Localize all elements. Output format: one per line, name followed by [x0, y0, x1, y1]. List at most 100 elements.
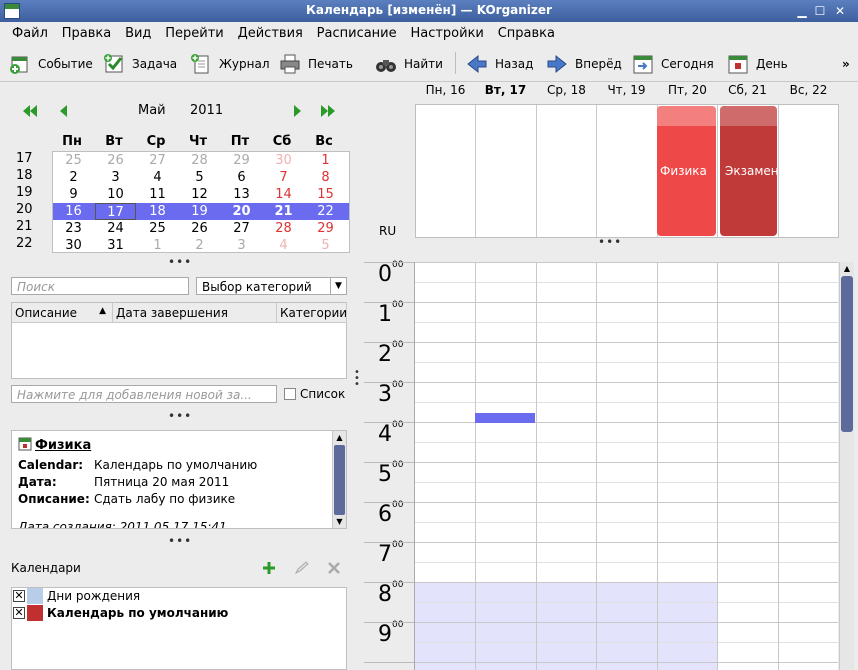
scroll-thumb[interactable] [841, 276, 853, 432]
edit-calendar-icon[interactable] [294, 561, 310, 575]
day-cell[interactable]: 1 [137, 237, 178, 254]
menu-help[interactable]: Справка [493, 22, 560, 41]
category-select[interactable]: Выбор категорий ▼ [196, 277, 347, 295]
scroll-thumb[interactable] [334, 445, 345, 515]
day-cell[interactable]: 31 [95, 237, 136, 254]
next-year-icon[interactable] [320, 104, 336, 118]
week-number[interactable]: 22 [16, 236, 46, 251]
all-day-event-physics[interactable]: Физика [657, 106, 716, 236]
day-cell[interactable]: 26 [95, 152, 136, 169]
calendar-checkbox-birthdays[interactable]: ✕ [13, 590, 25, 602]
day-cell[interactable]: 19 [179, 203, 220, 220]
day-cell[interactable]: 22 [305, 203, 346, 220]
prev-year-icon[interactable] [22, 104, 38, 118]
column-description[interactable]: Описание ▲ [12, 303, 113, 323]
menu-file[interactable]: Файл [7, 22, 53, 41]
all-day-event-exam[interactable]: Экзамен [720, 106, 779, 236]
week-number[interactable]: 20 [16, 202, 46, 217]
day-cell[interactable]: 7 [263, 169, 304, 186]
maximize-button[interactable]: ☐ [812, 3, 828, 19]
calendar-name[interactable]: Дни рождения [47, 589, 140, 603]
week-number[interactable]: 18 [16, 168, 46, 183]
quick-todo-input[interactable]: Нажмите для добавления новой за... [11, 385, 277, 403]
day-cell[interactable]: 11 [137, 186, 178, 203]
agenda-time-grid[interactable] [414, 262, 838, 670]
scroll-up-icon[interactable]: ▲ [840, 262, 854, 276]
splitter-handle[interactable]: ••• [168, 256, 191, 268]
day-cell-today[interactable]: 17 [95, 203, 136, 220]
day-cell[interactable]: 25 [53, 152, 94, 169]
splitter-handle[interactable]: ••• [168, 535, 191, 547]
day-cell[interactable]: 8 [305, 169, 346, 186]
day-cell[interactable]: 20 [221, 203, 262, 220]
day-cell[interactable]: 3 [221, 237, 262, 254]
day-cell[interactable]: 13 [221, 186, 262, 203]
day-view-button[interactable]: День [727, 52, 788, 76]
day-cell[interactable]: 14 [263, 186, 304, 203]
day-cell[interactable]: 9 [53, 186, 94, 203]
all-day-column[interactable] [476, 105, 537, 237]
find-button[interactable]: Найти [375, 52, 443, 76]
remove-calendar-icon[interactable] [327, 561, 341, 575]
day-cell[interactable]: 3 [95, 169, 136, 186]
back-button[interactable]: Назад [466, 52, 533, 76]
todo-list[interactable]: Описание ▲ Дата завершения Категории [11, 302, 347, 379]
scroll-down-icon[interactable]: ▼ [333, 515, 346, 528]
day-header[interactable]: Чт, 19 [596, 83, 657, 97]
todo-search-input[interactable]: Поиск [11, 277, 189, 295]
year-selector[interactable]: 2011 [190, 103, 223, 118]
day-cell[interactable]: 10 [95, 186, 136, 203]
next-month-icon[interactable] [289, 104, 305, 118]
all-day-column[interactable] [416, 105, 476, 237]
day-header-today[interactable]: Вт, 17 [475, 83, 536, 97]
add-calendar-icon[interactable] [262, 561, 276, 575]
new-todo-button[interactable]: Задача [103, 52, 177, 76]
calendar-checkbox-default[interactable]: ✕ [13, 607, 25, 619]
day-cell[interactable]: 24 [95, 220, 136, 237]
day-header[interactable]: Ср, 18 [536, 83, 597, 97]
print-button[interactable]: Печать [279, 52, 353, 76]
column-categories[interactable]: Категории [277, 303, 347, 323]
list-checkbox[interactable] [284, 388, 296, 400]
day-cell[interactable]: 30 [263, 152, 304, 169]
day-cell[interactable]: 21 [263, 203, 304, 220]
menu-actions[interactable]: Действия [233, 22, 308, 41]
day-cell[interactable]: 1 [305, 152, 346, 169]
details-scrollbar[interactable]: ▲ ▼ [332, 431, 346, 528]
event-title-link[interactable]: Физика [35, 438, 91, 453]
day-cell[interactable]: 4 [137, 169, 178, 186]
day-header[interactable]: Пн, 16 [415, 83, 476, 97]
day-cell[interactable]: 5 [179, 169, 220, 186]
menu-edit[interactable]: Правка [57, 22, 116, 41]
day-cell[interactable]: 26 [179, 220, 220, 237]
day-cell[interactable]: 2 [179, 237, 220, 254]
all-day-column[interactable] [537, 105, 597, 237]
agenda-scrollbar[interactable]: ▲ [839, 262, 854, 670]
today-button[interactable]: Сегодня [632, 52, 714, 76]
day-cell[interactable]: 27 [137, 152, 178, 169]
month-selector[interactable]: Май [138, 103, 166, 118]
day-cell[interactable]: 16 [53, 203, 94, 220]
splitter-handle[interactable]: ••• [598, 236, 621, 248]
forward-button[interactable]: Вперёд [546, 52, 622, 76]
day-cell[interactable]: 12 [179, 186, 220, 203]
new-journal-button[interactable]: Журнал [190, 52, 270, 76]
prev-month-icon[interactable] [56, 104, 72, 118]
day-cell[interactable]: 28 [263, 220, 304, 237]
menu-settings[interactable]: Настройки [405, 22, 488, 41]
day-cell[interactable]: 28 [179, 152, 220, 169]
scroll-up-icon[interactable]: ▲ [333, 431, 346, 444]
day-cell[interactable]: 5 [305, 237, 346, 254]
toolbar-overflow-button[interactable]: » [842, 52, 850, 76]
day-cell[interactable]: 30 [53, 237, 94, 254]
menu-schedule[interactable]: Расписание [312, 22, 402, 41]
day-cell[interactable]: 4 [263, 237, 304, 254]
day-cell[interactable]: 2 [53, 169, 94, 186]
day-cell[interactable]: 6 [221, 169, 262, 186]
week-number[interactable]: 17 [16, 151, 46, 166]
day-header[interactable]: Пт, 20 [657, 83, 718, 97]
minimize-button[interactable]: ▁ [794, 3, 810, 19]
day-cell[interactable]: 18 [137, 203, 178, 220]
splitter-handle[interactable]: ••• [168, 410, 191, 422]
new-event-button[interactable]: Событие [9, 52, 93, 76]
